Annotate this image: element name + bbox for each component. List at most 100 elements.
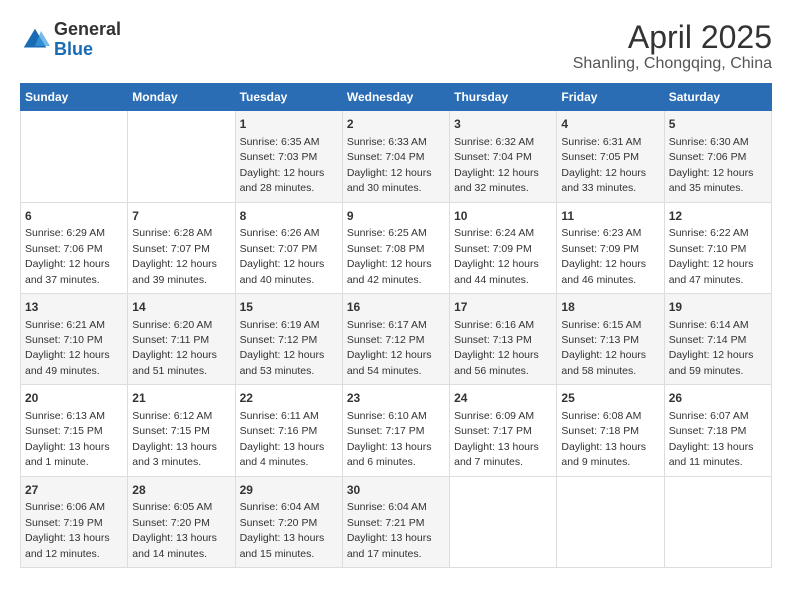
day-number: 7 (132, 208, 230, 225)
day-number: 21 (132, 390, 230, 407)
calendar-cell: 6 Sunrise: 6:29 AM Sunset: 7:06 PM Daylig… (21, 202, 128, 293)
calendar-cell: 25 Sunrise: 6:08 AM Sunset: 7:18 PM Dayli… (557, 385, 664, 476)
weekday-header: Wednesday (342, 84, 449, 111)
calendar-cell: 2 Sunrise: 6:33 AM Sunset: 7:04 PM Daylig… (342, 111, 449, 202)
weekday-header: Sunday (21, 84, 128, 111)
day-number: 2 (347, 116, 445, 133)
calendar-cell: 12Sunrise: 6:22 AM Sunset: 7:10 PM Dayli… (664, 202, 771, 293)
calendar-cell: 9Sunrise: 6:25 AM Sunset: 7:08 PM Daylig… (342, 202, 449, 293)
calendar-cell (450, 476, 557, 567)
weekday-header: Friday (557, 84, 664, 111)
day-number: 24 (454, 390, 552, 407)
day-number: 3 (454, 116, 552, 133)
calendar-cell: 26 Sunrise: 6:07 AM Sunset: 7:18 PM Dayli… (664, 385, 771, 476)
calendar-cell: 7 Sunrise: 6:28 AM Sunset: 7:07 PM Daylig… (128, 202, 235, 293)
day-number: 6 (25, 208, 123, 225)
day-number: 20 (25, 390, 123, 407)
calendar-cell: 11Sunrise: 6:23 AM Sunset: 7:09 PM Dayli… (557, 202, 664, 293)
logo: General Blue (20, 20, 121, 60)
day-number: 18 (561, 299, 659, 316)
location-title: Shanling, Chongqing, China (573, 55, 772, 73)
day-number: 14 (132, 299, 230, 316)
weekday-row: SundayMondayTuesdayWednesdayThursdayFrid… (21, 84, 772, 111)
logo-blue-text: Blue (54, 39, 93, 59)
day-info: Sunrise: 6:29 AM Sunset: 7:06 PM Dayligh… (25, 227, 110, 285)
calendar-cell (557, 476, 664, 567)
day-info: Sunrise: 6:28 AM Sunset: 7:07 PM Dayligh… (132, 227, 217, 285)
day-info: Sunrise: 6:14 AM Sunset: 7:14 PM Dayligh… (669, 319, 754, 377)
day-info: Sunrise: 6:30 AM Sunset: 7:06 PM Dayligh… (669, 136, 754, 194)
calendar-week-row: 27Sunrise: 6:06 AM Sunset: 7:19 PM Dayli… (21, 476, 772, 567)
day-number: 30 (347, 482, 445, 499)
day-info: Sunrise: 6:15 AM Sunset: 7:13 PM Dayligh… (561, 319, 646, 377)
calendar-cell: 5Sunrise: 6:30 AM Sunset: 7:06 PM Daylig… (664, 111, 771, 202)
day-number: 25 (561, 390, 659, 407)
calendar-cell: 27Sunrise: 6:06 AM Sunset: 7:19 PM Dayli… (21, 476, 128, 567)
day-info: Sunrise: 6:05 AM Sunset: 7:20 PM Dayligh… (132, 501, 217, 559)
day-info: Sunrise: 6:09 AM Sunset: 7:17 PM Dayligh… (454, 410, 539, 468)
day-info: Sunrise: 6:06 AM Sunset: 7:19 PM Dayligh… (25, 501, 110, 559)
calendar-cell: 19 Sunrise: 6:14 AM Sunset: 7:14 PM Dayli… (664, 293, 771, 384)
calendar-cell: 20 Sunrise: 6:13 AM Sunset: 7:15 PM Dayli… (21, 385, 128, 476)
day-info: Sunrise: 6:20 AM Sunset: 7:11 PM Dayligh… (132, 319, 217, 377)
title-block: April 2025 Shanling, Chongqing, China (573, 20, 772, 73)
day-number: 19 (669, 299, 767, 316)
day-number: 28 (132, 482, 230, 499)
calendar-cell: 4 Sunrise: 6:31 AM Sunset: 7:05 PM Daylig… (557, 111, 664, 202)
calendar-cell: 14 Sunrise: 6:20 AM Sunset: 7:11 PM Dayli… (128, 293, 235, 384)
day-number: 15 (240, 299, 338, 316)
calendar-cell: 10Sunrise: 6:24 AM Sunset: 7:09 PM Dayli… (450, 202, 557, 293)
calendar-cell: 29 Sunrise: 6:04 AM Sunset: 7:20 PM Dayli… (235, 476, 342, 567)
weekday-header: Thursday (450, 84, 557, 111)
day-info: Sunrise: 6:31 AM Sunset: 7:05 PM Dayligh… (561, 136, 646, 194)
weekday-header: Tuesday (235, 84, 342, 111)
day-info: Sunrise: 6:13 AM Sunset: 7:15 PM Dayligh… (25, 410, 110, 468)
calendar-week-row: 13Sunrise: 6:21 AM Sunset: 7:10 PM Dayli… (21, 293, 772, 384)
calendar-week-row: 1 Sunrise: 6:35 AM Sunset: 7:03 PM Daylig… (21, 111, 772, 202)
calendar-cell: 23Sunrise: 6:10 AM Sunset: 7:17 PM Dayli… (342, 385, 449, 476)
calendar-week-row: 6 Sunrise: 6:29 AM Sunset: 7:06 PM Daylig… (21, 202, 772, 293)
day-info: Sunrise: 6:35 AM Sunset: 7:03 PM Dayligh… (240, 136, 325, 194)
day-info: Sunrise: 6:24 AM Sunset: 7:09 PM Dayligh… (454, 227, 539, 285)
calendar-cell: 22 Sunrise: 6:11 AM Sunset: 7:16 PM Dayli… (235, 385, 342, 476)
calendar-cell: 1 Sunrise: 6:35 AM Sunset: 7:03 PM Daylig… (235, 111, 342, 202)
calendar-cell: 3 Sunrise: 6:32 AM Sunset: 7:04 PM Daylig… (450, 111, 557, 202)
logo-general-text: General (54, 19, 121, 39)
day-number: 1 (240, 116, 338, 133)
calendar-cell: 8 Sunrise: 6:26 AM Sunset: 7:07 PM Daylig… (235, 202, 342, 293)
day-info: Sunrise: 6:11 AM Sunset: 7:16 PM Dayligh… (240, 410, 325, 468)
day-info: Sunrise: 6:10 AM Sunset: 7:17 PM Dayligh… (347, 410, 432, 468)
calendar-cell: 21Sunrise: 6:12 AM Sunset: 7:15 PM Dayli… (128, 385, 235, 476)
day-info: Sunrise: 6:33 AM Sunset: 7:04 PM Dayligh… (347, 136, 432, 194)
day-info: Sunrise: 6:04 AM Sunset: 7:20 PM Dayligh… (240, 501, 325, 559)
calendar-cell: 16 Sunrise: 6:17 AM Sunset: 7:12 PM Dayli… (342, 293, 449, 384)
logo-icon (20, 25, 50, 55)
day-number: 13 (25, 299, 123, 316)
calendar-cell (664, 476, 771, 567)
day-info: Sunrise: 6:17 AM Sunset: 7:12 PM Dayligh… (347, 319, 432, 377)
day-number: 16 (347, 299, 445, 316)
day-number: 29 (240, 482, 338, 499)
calendar-cell: 15Sunrise: 6:19 AM Sunset: 7:12 PM Dayli… (235, 293, 342, 384)
day-info: Sunrise: 6:08 AM Sunset: 7:18 PM Dayligh… (561, 410, 646, 468)
calendar-cell (128, 111, 235, 202)
calendar-body: 1 Sunrise: 6:35 AM Sunset: 7:03 PM Daylig… (21, 111, 772, 568)
day-number: 8 (240, 208, 338, 225)
calendar-cell: 17 Sunrise: 6:16 AM Sunset: 7:13 PM Dayli… (450, 293, 557, 384)
day-info: Sunrise: 6:32 AM Sunset: 7:04 PM Dayligh… (454, 136, 539, 194)
day-info: Sunrise: 6:16 AM Sunset: 7:13 PM Dayligh… (454, 319, 539, 377)
calendar-cell: 28 Sunrise: 6:05 AM Sunset: 7:20 PM Dayli… (128, 476, 235, 567)
day-number: 4 (561, 116, 659, 133)
calendar-cell (21, 111, 128, 202)
day-info: Sunrise: 6:23 AM Sunset: 7:09 PM Dayligh… (561, 227, 646, 285)
day-number: 22 (240, 390, 338, 407)
day-info: Sunrise: 6:04 AM Sunset: 7:21 PM Dayligh… (347, 501, 432, 559)
month-title: April 2025 (573, 20, 772, 55)
day-info: Sunrise: 6:25 AM Sunset: 7:08 PM Dayligh… (347, 227, 432, 285)
day-number: 26 (669, 390, 767, 407)
day-number: 17 (454, 299, 552, 316)
calendar-table: SundayMondayTuesdayWednesdayThursdayFrid… (20, 83, 772, 568)
day-info: Sunrise: 6:07 AM Sunset: 7:18 PM Dayligh… (669, 410, 754, 468)
day-info: Sunrise: 6:26 AM Sunset: 7:07 PM Dayligh… (240, 227, 325, 285)
calendar-cell: 18 Sunrise: 6:15 AM Sunset: 7:13 PM Dayli… (557, 293, 664, 384)
